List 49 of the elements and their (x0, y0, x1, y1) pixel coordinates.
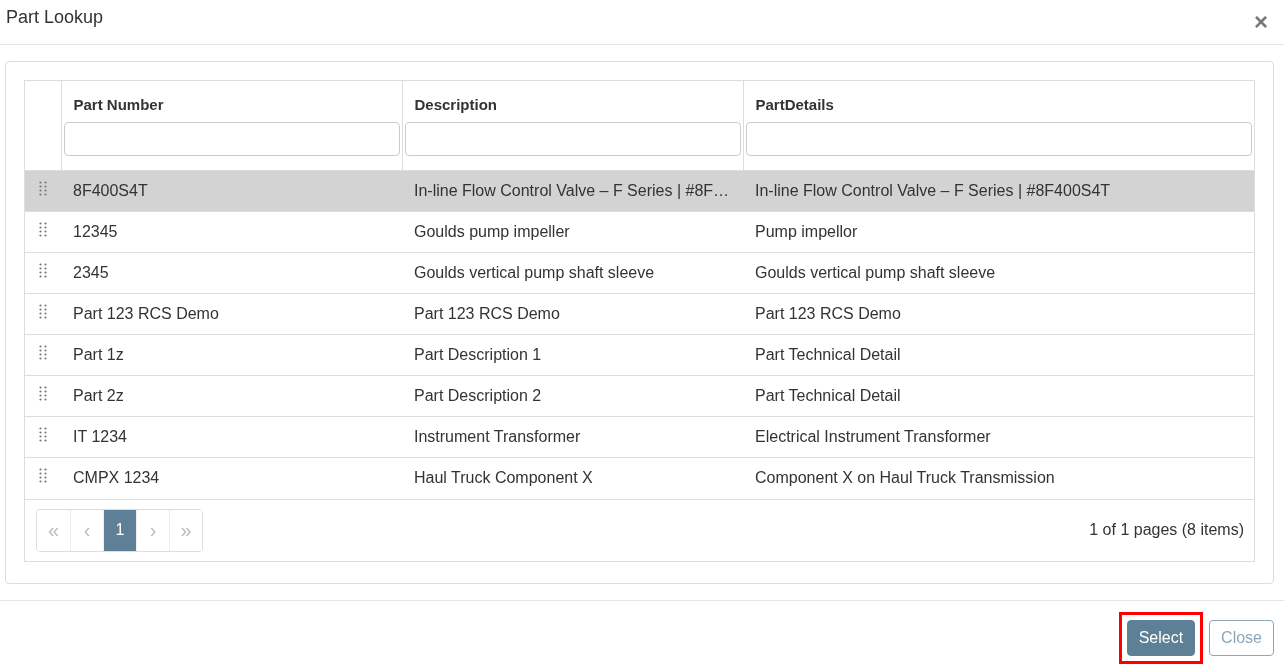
column-header[interactable]: PartDetails (743, 81, 1254, 120)
table-row[interactable]: Part 123 RCS Demo Part 123 RCS Demo Part 123 RCS Demo (25, 293, 1254, 335)
table-cell: Goulds vertical pump shaft sleeve (743, 252, 1254, 294)
table-cell: Haul Truck Component X (402, 457, 743, 499)
table-cell: Part 123 RCS Demo (743, 293, 1254, 335)
column-header[interactable]: Part Number (61, 81, 402, 120)
table-cell: Goulds pump impeller (402, 211, 743, 253)
filter-field[interactable] (63, 122, 400, 156)
table-cell: CMPX 1234 (61, 457, 402, 499)
table-cell: Part 1z (61, 334, 402, 376)
table-cell: Part 123 RCS Demo (402, 293, 743, 335)
table-cell: Component X on Haul Truck Transmission (743, 457, 1254, 499)
table-row[interactable]: 2345 Goulds vertical pump shaft sleeve Goulds vertical pump shaft sleeve (25, 252, 1254, 294)
table-row[interactable]: Part 2z Part Description 2 Part Technical Detail (25, 375, 1254, 417)
table-row[interactable]: IT 1234 Instrument Transformer Electrical Instrument Transformer (25, 416, 1254, 458)
table-row[interactable]: 12345 Goulds pump impeller Pump impellor (25, 211, 1254, 253)
drag-handle-icon[interactable] (39, 345, 47, 361)
close-button[interactable]: × (1254, 10, 1268, 34)
filter-field[interactable] (745, 122, 1252, 156)
drag-handle-icon[interactable] (39, 427, 47, 443)
table-cell: Goulds vertical pump shaft sleeve (402, 252, 743, 294)
table-cell: 2345 (61, 252, 402, 294)
table-cell: Part 123 RCS Demo (61, 293, 402, 335)
table-row[interactable]: Part 1z Part Description 1 Part Technical Detail (25, 334, 1254, 376)
table-cell: Pump impellor (743, 211, 1254, 253)
dialog-title: Part Lookup (6, 6, 104, 28)
column-header[interactable]: Description (402, 81, 743, 120)
table-cell: In-line Flow Control Valve – F Series | #8F… (402, 170, 743, 212)
table-cell: Part Technical Detail (743, 375, 1254, 417)
table-cell: Part Description 1 (402, 334, 743, 376)
table-cell: In-line Flow Control Valve – F Series | #8F400S4T (743, 170, 1254, 212)
table-cell: Part Description 2 (402, 375, 743, 417)
drag-handle-icon[interactable] (39, 263, 47, 279)
select-button[interactable]: Select (1126, 620, 1196, 656)
table-cell: Electrical Instrument Transformer (743, 416, 1254, 458)
filter-field[interactable] (404, 122, 741, 156)
table-cell: 12345 (61, 211, 402, 253)
drag-handle-icon[interactable] (39, 222, 47, 238)
table-cell: 8F400S4T (61, 170, 402, 212)
table-cell: Part Technical Detail (743, 334, 1254, 376)
table-cell: IT 1234 (61, 416, 402, 458)
drag-handle-icon[interactable] (39, 468, 47, 485)
pager-info: 1 of 1 pages (8 items) (1089, 521, 1244, 539)
table-cell: Instrument Transformer (402, 416, 743, 458)
page-button[interactable]: 1 (103, 509, 136, 551)
drag-handle-icon[interactable] (39, 304, 47, 320)
drag-handle-icon[interactable] (39, 386, 47, 402)
table-cell: Part 2z (61, 375, 402, 417)
drag-handle-icon[interactable] (39, 181, 47, 197)
